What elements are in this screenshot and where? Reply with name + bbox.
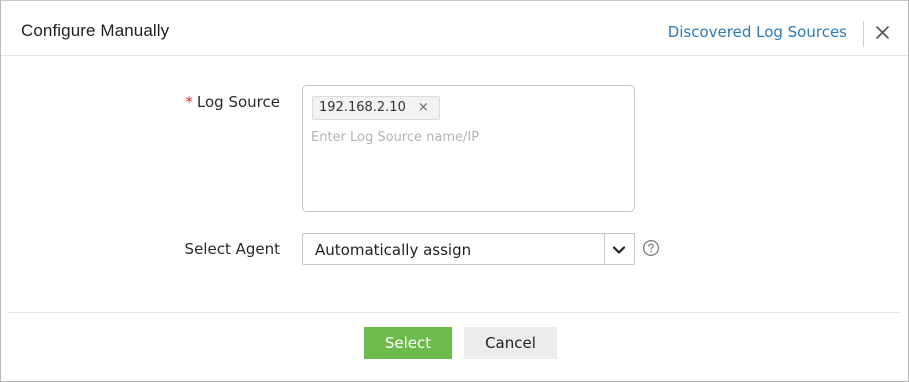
header-divider	[863, 21, 864, 47]
configure-manually-dialog: Configure Manually Discovered Log Source…	[0, 0, 909, 382]
help-circle-icon[interactable]	[642, 239, 660, 257]
remove-tag-icon[interactable]: ×	[418, 97, 429, 119]
close-icon[interactable]	[874, 24, 891, 41]
select-agent-value: Automatically assign	[315, 241, 472, 259]
required-marker: *	[185, 93, 193, 111]
select-agent-label: Select Agent	[184, 240, 280, 258]
log-source-tag: 192.168.2.10 ×	[312, 96, 440, 120]
log-source-input[interactable]	[311, 126, 611, 148]
dropdown-divider	[604, 234, 605, 264]
footer-divider	[9, 312, 901, 313]
log-source-label: * Log Source	[185, 93, 280, 111]
chevron-down-icon[interactable]	[612, 242, 626, 256]
cancel-button[interactable]: Cancel	[464, 327, 557, 359]
discovered-log-sources-link[interactable]: Discovered Log Sources	[668, 23, 847, 41]
select-agent-dropdown[interactable]: Automatically assign	[302, 233, 635, 265]
dialog-title: Configure Manually	[21, 21, 170, 40]
log-source-tag-input[interactable]: 192.168.2.10 ×	[302, 85, 635, 212]
log-source-label-text: Log Source	[196, 93, 280, 111]
dialog-header: Configure Manually Discovered Log Source…	[1, 1, 908, 56]
log-source-tag-value: 192.168.2.10	[319, 100, 406, 115]
select-button[interactable]: Select	[364, 327, 452, 359]
